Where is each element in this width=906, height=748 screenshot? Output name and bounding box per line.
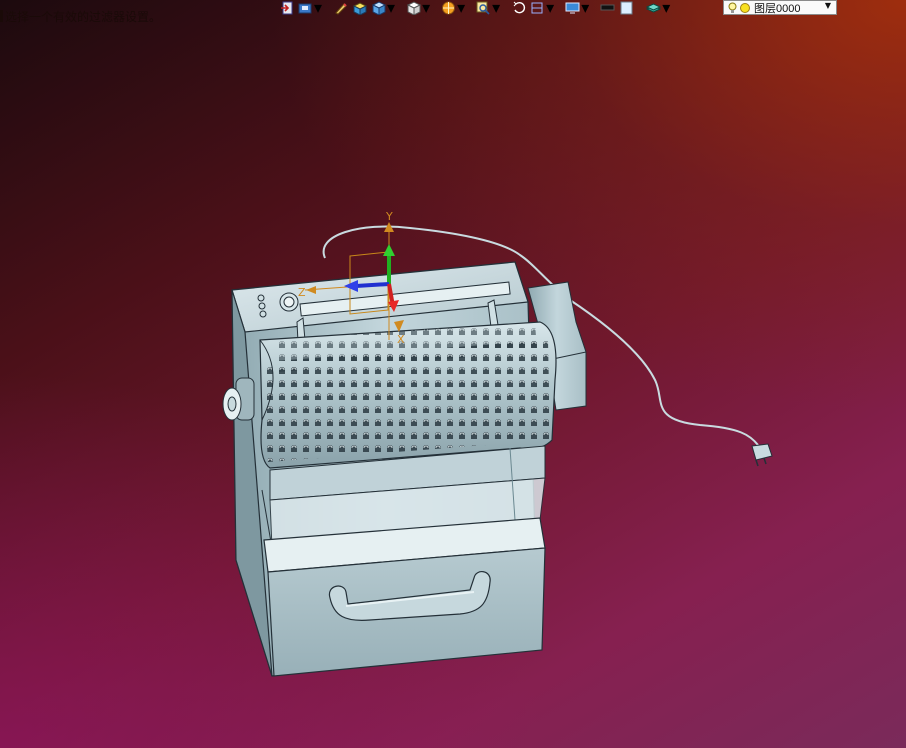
drawer — [263, 517, 546, 677]
perforated-drum — [259, 321, 557, 469]
triad-y-label: Y — [385, 210, 393, 223]
triad-z-label: Z — [298, 286, 306, 299]
model-viewport[interactable]: Y Z X — [0, 0, 906, 748]
triad-x-label: X — [397, 333, 405, 346]
side-knob — [222, 377, 255, 421]
power-plug — [751, 443, 773, 467]
